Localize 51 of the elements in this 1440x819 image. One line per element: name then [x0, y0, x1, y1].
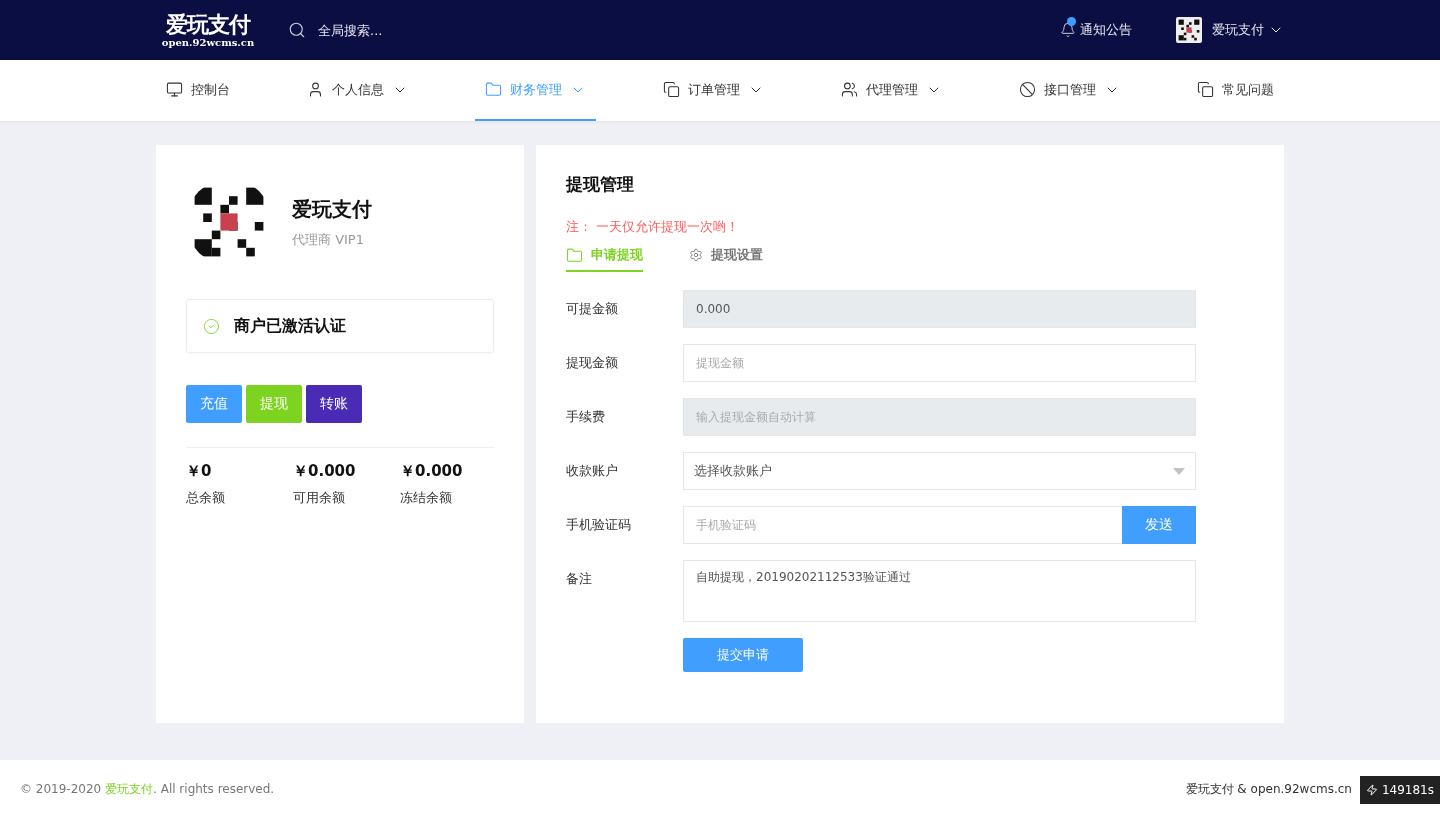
trace-badge[interactable]: 149181s	[1359, 775, 1440, 804]
nav-tab[interactable]: 接口管理	[1009, 60, 1130, 121]
balance-label: 可用余额	[293, 489, 346, 507]
nav-tab[interactable]: 订单管理	[653, 60, 774, 121]
balance-amount: ￥0	[186, 462, 213, 481]
prohibited-icon	[1019, 81, 1036, 98]
footer-site-text: 爱玩支付 & open.92wcms.cn	[1185, 781, 1352, 798]
notice-link[interactable]: 通知公告	[1080, 21, 1132, 39]
logo-domain: open.92wcms.cn	[161, 36, 255, 48]
user-name[interactable]: 爱玩支付	[1212, 21, 1264, 39]
bolt-icon	[1365, 783, 1378, 796]
field-label: 备注	[566, 570, 593, 588]
section-title: 提现管理	[566, 173, 635, 196]
profile-role: 代理商 VIP1	[292, 230, 365, 249]
balance-amount: ￥0.000	[400, 462, 464, 481]
balance-label: 冻结余额	[400, 489, 453, 507]
nav-tab[interactable]: 常见问题	[1187, 60, 1284, 121]
amount-field[interactable]: 0.000	[683, 290, 1196, 328]
search-icon	[288, 21, 306, 39]
caret-icon	[1173, 467, 1185, 475]
code-field[interactable]: 手机验证码	[683, 506, 1122, 544]
field-label: 提现金额	[566, 354, 619, 372]
account-select[interactable]: 选择收款账户	[683, 452, 1196, 490]
folder-icon	[485, 81, 502, 98]
field-label: 收款账户	[566, 462, 619, 480]
field-label: 手续费	[566, 408, 606, 426]
nav-tab[interactable]: 代理管理	[831, 60, 952, 121]
field-label: 手机验证码	[566, 516, 632, 534]
remark-field[interactable]: 自助提现，20190202112533验证通过	[683, 560, 1196, 622]
logo-title[interactable]: 爱玩支付	[166, 12, 250, 37]
folder-icon	[566, 246, 583, 264]
action-button[interactable]: 转账	[306, 385, 362, 423]
notice-text: 注： 一天仅允许提现一次哟！	[566, 218, 741, 236]
field-label: 可提金额	[566, 300, 619, 318]
balance-label: 总余额	[186, 489, 226, 507]
balance-amount: ￥0.000	[293, 462, 357, 481]
nav-tab[interactable]: 控制台	[156, 60, 240, 121]
settings-icon	[689, 248, 703, 262]
search-field[interactable]: 全局搜索...	[316, 21, 516, 39]
documents-icon	[663, 81, 680, 98]
users-icon	[841, 81, 858, 98]
amount-input-field[interactable]: 提现金额	[683, 344, 1196, 382]
nav-tab[interactable]: 个人信息	[297, 60, 418, 121]
status-text: 商户已激活认证	[234, 315, 346, 337]
copyright-text: © 2019-2020 爱玩支付. All rights reserved.	[20, 781, 275, 798]
documents-icon	[1197, 81, 1214, 98]
user-icon	[307, 81, 324, 98]
monitor-icon	[166, 81, 183, 98]
bell-icon	[1060, 22, 1076, 38]
profile-name: 爱玩支付	[292, 195, 372, 223]
form-tab[interactable]: 提现设置	[689, 246, 763, 272]
